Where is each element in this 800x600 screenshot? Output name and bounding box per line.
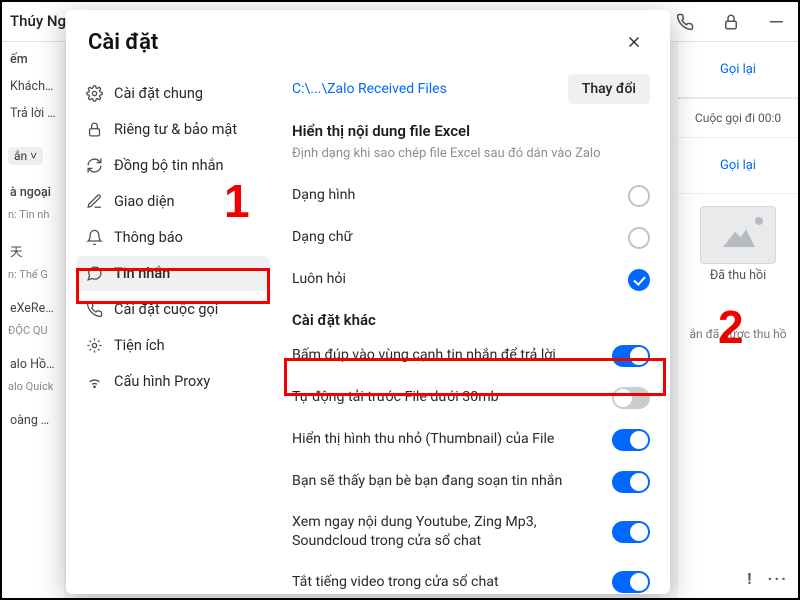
chat-row[interactable]: eXeRe Đ [8,295,58,322]
toggle-on[interactable] [612,429,650,451]
option-excel-ask[interactable]: Luôn hỏi [292,259,650,301]
sidebar-item-appearance[interactable]: Giao diện [76,184,270,219]
sidebar-item-general[interactable]: Cài đặt chung [76,76,270,111]
settings-content: C:\...\Zalo Received Files Thay đổi Hiển… [280,70,670,594]
chat-title: Thúy Ng [10,12,66,30]
sidebar-item-proxy[interactable]: Cấu hình Proxy [76,364,270,399]
wifi-icon [86,373,103,390]
sidebar-item-label: Giao diện [114,193,175,210]
callback-link[interactable]: Gọi lại [678,42,798,98]
toggle-on[interactable] [612,345,650,367]
close-button[interactable] [620,28,648,56]
option-media-preview[interactable]: Xem ngay nội dung Youtube, Zing Mp3, Sou… [292,503,650,561]
conversation-pane: Gọi lại Cuộc gọi đi 00:0 Gọi lại Đã thu … [678,42,798,598]
lock-icon [86,121,103,138]
chat-row[interactable]: à ngoại [8,179,58,206]
option-auto-download[interactable]: Tự động tải trước File dưới 30mb [292,377,650,419]
bell-icon [86,229,103,246]
sidebar-item-messages[interactable]: Tin nhắn [76,256,270,291]
change-path-button[interactable]: Thay đổi [568,74,650,104]
toggle-off[interactable] [612,387,650,409]
phone-icon [86,301,103,318]
excel-section-title: Hiển thị nội dung file Excel [292,122,650,140]
sidebar-item-label: Thông báo [114,229,183,246]
gear-icon [86,85,103,102]
modal-title: Cài đặt [88,30,158,55]
toggle-on[interactable] [612,471,650,493]
toggle-on[interactable] [612,571,650,593]
excel-section-desc: Định dạng khi sao chép file Excel sau đó… [292,146,650,161]
search-hint-fragment: ếm [8,46,58,73]
message-icon [86,265,103,282]
option-label: Tắt tiếng video trong cửa sổ chat [292,573,612,592]
chat-row-sub: n: Tin nh [8,208,58,221]
chat-row-sub: ĐỘC QU [8,324,58,337]
download-path-link[interactable]: C:\...\Zalo Received Files [292,81,447,97]
settings-sidebar: Cài đặt chung Riêng tư & bảo mật Đồng bộ… [66,70,280,594]
sidebar-item-label: Cấu hình Proxy [114,373,210,390]
sidebar-item-label: Tiện ích [114,337,165,354]
more-icon[interactable]: ··· [768,569,788,588]
option-mute-video[interactable]: Tắt tiếng video trong cửa sổ chat [292,561,650,594]
option-label: Xem ngay nội dung Youtube, Zing Mp3, Sou… [292,513,612,551]
sidebar-item-privacy[interactable]: Riêng tư & bảo mật [76,112,270,147]
sidebar-item-utilities[interactable]: Tiện ích [76,328,270,363]
option-label: Luôn hỏi [292,270,628,289]
option-label: Tự động tải trước File dưới 30mb [292,388,612,407]
sidebar-item-sync[interactable]: Đồng bộ tin nhắn [76,148,270,183]
option-label: Hiển thị hình thu nhỏ (Thumbnail) của Fi… [292,430,612,449]
sidebar-item-label: Riêng tư & bảo mật [114,121,237,138]
option-excel-text[interactable]: Dạng chữ [292,217,650,259]
callback-link[interactable]: Gọi lại [678,138,798,194]
chat-row[interactable]: oàng Tru [8,407,58,434]
radio-unchecked[interactable] [628,227,650,249]
minimize-icon[interactable]: — [768,17,784,27]
option-label: Dạng hình [292,186,628,205]
sidebar-item-notify[interactable]: Thông báo [76,220,270,255]
radio-checked[interactable] [628,269,650,291]
chat-row-sub: alo Quick [8,380,58,393]
sidebar-item-label: Tin nhắn [114,265,170,282]
chat-row[interactable]: alo Hồ T [8,351,58,378]
option-dblclick-reply[interactable]: Bấm đúp vào vùng cạnh tin nhắn để trả lờ… [292,335,650,377]
lock-icon[interactable] [722,13,740,31]
recalled-label: Đã thu hồi [678,268,798,283]
sidebar-item-label: Cài đặt cuộc gọi [114,301,218,318]
radio-unchecked[interactable] [628,185,650,207]
option-excel-image[interactable]: Dạng hình [292,175,650,217]
sparkle-icon [86,337,103,354]
call-log: Cuộc gọi đi 00:0 [678,98,798,138]
close-icon [625,33,643,51]
sidebar-item-label: Đồng bộ tin nhắn [114,157,224,174]
option-thumbnail[interactable]: Hiển thị hình thu nhỏ (Thumbnail) của Fi… [292,419,650,461]
option-label: Bấm đúp vào vùng cạnh tin nhắn để trả lờ… [292,346,612,365]
sync-icon [86,157,103,174]
option-label: Bạn sẽ thấy bạn bè bạn đang soạn tin nhắ… [292,472,612,491]
alert-icon[interactable]: ! [747,569,751,588]
call-icon[interactable] [676,13,694,31]
chat-row[interactable]: Trả lời sa [8,100,58,127]
sidebar-item-label: Cài đặt chung [114,85,203,102]
chat-list: ếm Khách hàn Trả lời sa ắn ˅ à ngoại n: … [2,42,64,598]
recall-hint: ắn đã được thu hồ [678,327,798,341]
option-typing-indicator[interactable]: Bạn sẽ thấy bạn bè bạn đang soạn tin nhắ… [292,461,650,503]
image-placeholder-icon [700,206,776,264]
toggle-on[interactable] [612,521,650,543]
settings-modal: Cài đặt Cài đặt chung Riêng tư & bảo mật… [66,10,670,594]
chat-row[interactable]: 天 [8,235,58,266]
chat-row-sub: n: Thế G [8,268,58,281]
chat-row[interactable]: Khách hàn [8,73,58,100]
edit-icon [86,193,103,210]
option-label: Dạng chữ [292,228,628,247]
sidebar-item-calls[interactable]: Cài đặt cuộc gọi [76,292,270,327]
other-section-title: Cài đặt khác [292,311,650,329]
filter-badge[interactable]: ắn ˅ [8,147,43,165]
